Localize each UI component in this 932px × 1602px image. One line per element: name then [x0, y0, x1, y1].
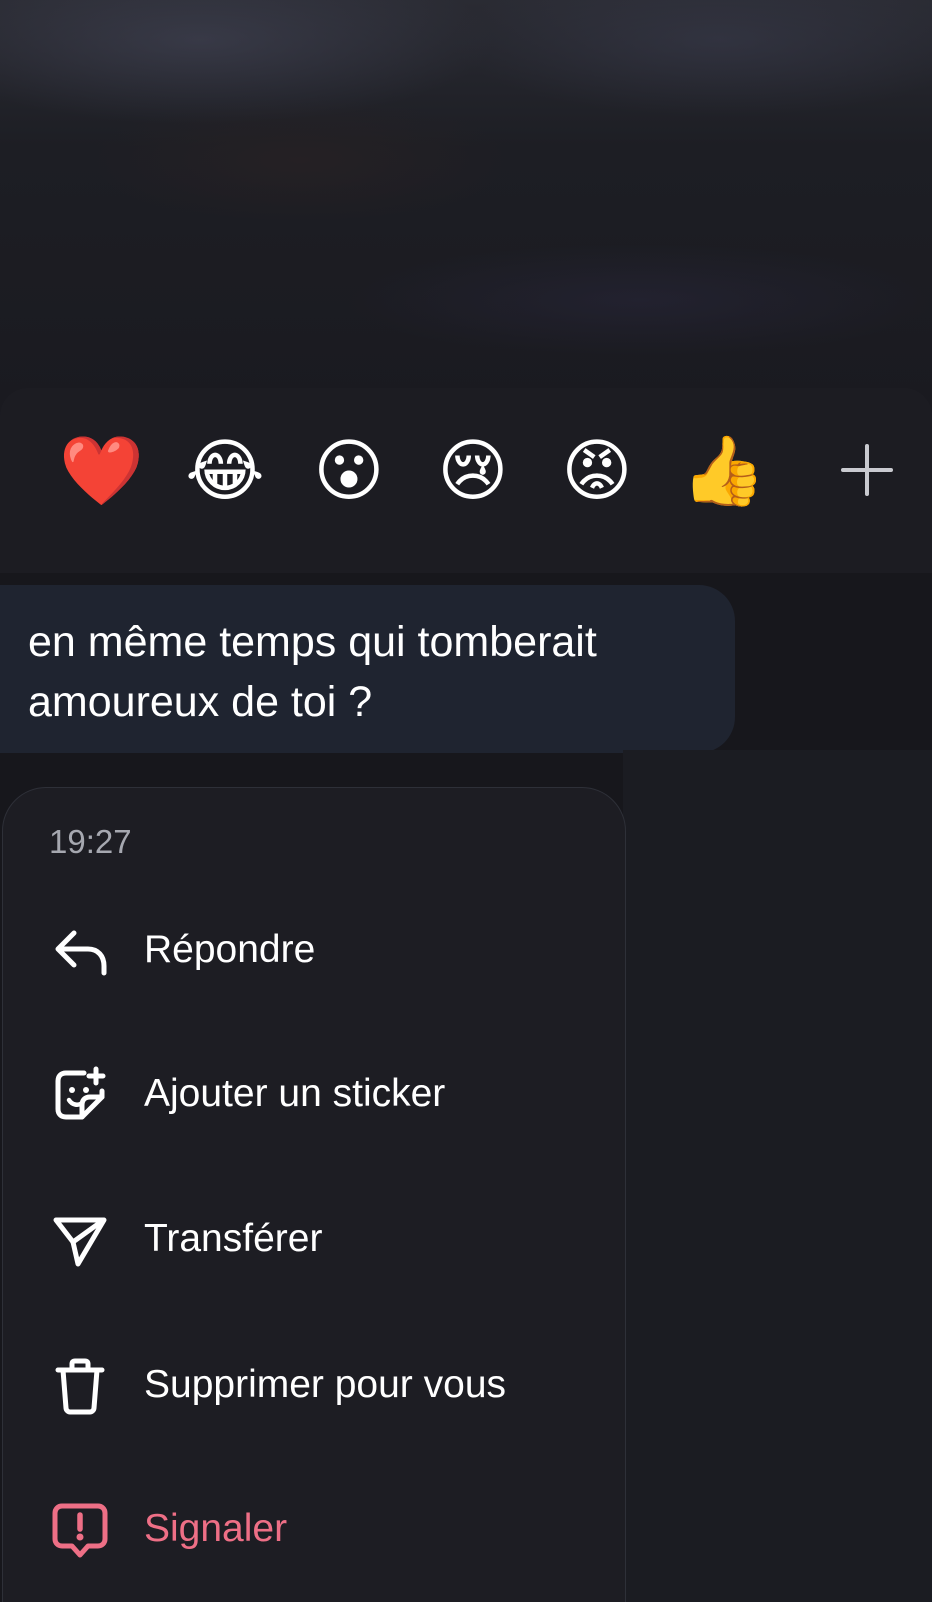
reaction-heart-button[interactable]: ❤️ — [59, 430, 144, 514]
forward-menu-item[interactable]: Transférer — [40, 1181, 600, 1291]
add-sticker-label: Ajouter un sticker — [144, 1072, 446, 1115]
reaction-wow-button[interactable]: 😮 — [307, 430, 391, 514]
report-icon — [52, 1503, 108, 1558]
reply-icon — [55, 930, 107, 976]
message-timestamp: 19:27 — [49, 823, 132, 860]
blurred-chat-backdrop — [0, 0, 932, 420]
add-sticker-menu-item[interactable]: Ajouter un sticker — [40, 1036, 600, 1146]
forward-label: Transférer — [144, 1217, 323, 1260]
message-actions-screen: ❤️ 😂 😮 😢 😡 👍 en même temps qui tomberait… — [0, 0, 932, 1602]
dimmed-area — [623, 750, 932, 1602]
reply-label: Répondre — [144, 928, 316, 971]
plus-icon — [841, 444, 893, 496]
more-reactions-button[interactable] — [840, 443, 894, 497]
reaction-angry-button[interactable]: 😡 — [555, 430, 639, 514]
trash-icon — [55, 1358, 105, 1415]
report-label: Signaler — [144, 1507, 288, 1550]
reaction-sad-button[interactable]: 😢 — [431, 430, 515, 514]
delete-for-you-label: Supprimer pour vous — [144, 1363, 507, 1406]
reply-menu-item[interactable]: Répondre — [40, 892, 600, 1002]
reaction-thumbs-up-button[interactable]: 👍 — [681, 430, 766, 514]
delete-for-you-menu-item[interactable]: Supprimer pour vous — [40, 1327, 600, 1437]
reaction-laugh-button[interactable]: 😂 — [183, 430, 267, 514]
sticker-icon — [55, 1066, 106, 1120]
report-menu-item[interactable]: Signaler — [40, 1471, 600, 1581]
message-text: en même temps qui tomberait amoureux de … — [28, 618, 597, 726]
send-icon — [53, 1217, 107, 1267]
